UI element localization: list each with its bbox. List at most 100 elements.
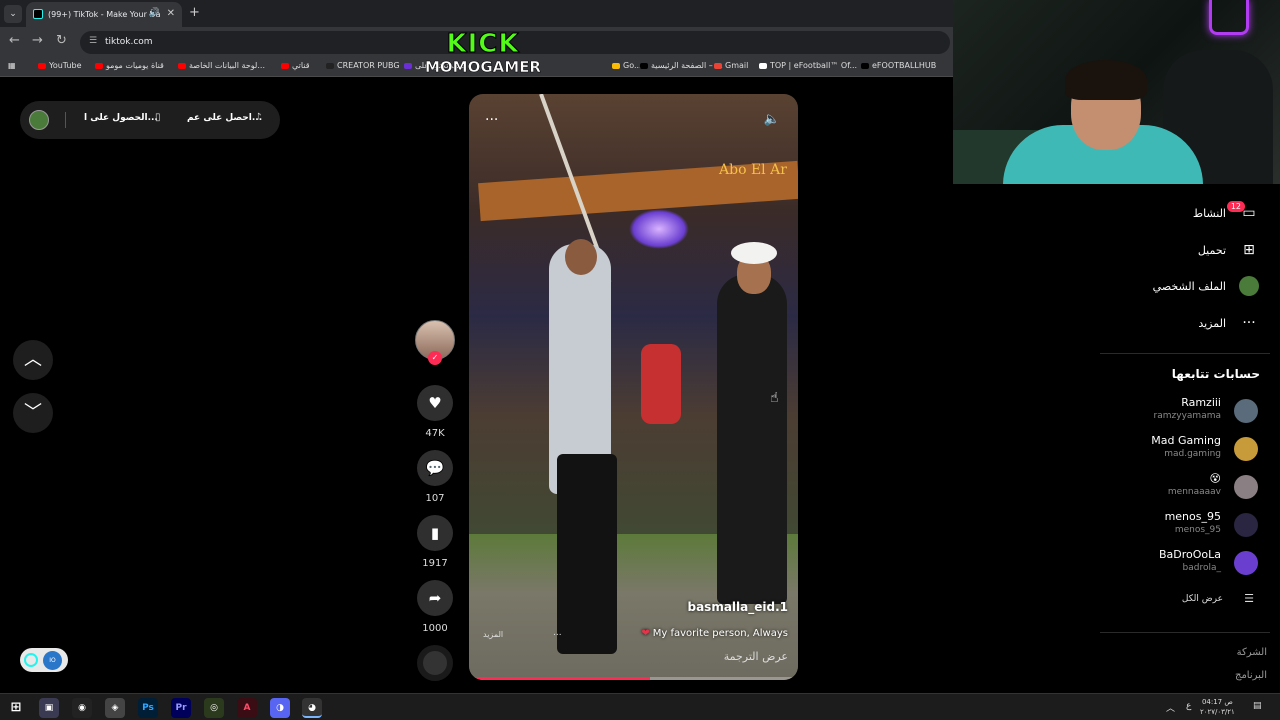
bookmark-favicon-icon [861, 62, 869, 69]
bookmark-favicon-icon [404, 62, 412, 69]
premiere-icon[interactable]: Pr [171, 698, 191, 718]
tab-search-button[interactable]: ⌄ [4, 5, 22, 23]
bookmark-item[interactable]: قناة يوميات مومو [95, 61, 164, 70]
tab-audio-icon[interactable]: 🔊 [149, 8, 160, 18]
footer-program[interactable]: البرنامج [1235, 670, 1267, 681]
music-disc-icon[interactable] [417, 645, 453, 681]
extension-toggle[interactable]: IO [20, 648, 68, 672]
caption-text: My favorite person, Always [652, 628, 788, 639]
see-translation-button[interactable]: عرض الترجمة [724, 650, 788, 663]
app-icon-3[interactable]: ◈ [105, 698, 125, 718]
windows-start-icon[interactable]: ⊞ [6, 698, 26, 718]
previous-video-button[interactable]: ︿ [13, 340, 53, 380]
video-options-icon[interactable]: ··· [485, 112, 498, 128]
discord-icon[interactable]: ◑ [270, 698, 290, 718]
comment-count: 107 [425, 493, 445, 504]
bookmark-item[interactable]: eFOOTBALLHUB [861, 61, 936, 70]
phone-icon: ▯ [155, 112, 161, 123]
language-indicator[interactable]: ع [1186, 701, 1191, 711]
back-icon[interactable]: ← [9, 33, 20, 48]
clock-date: ٢٠٢٧/٠٣/٢١ [1200, 708, 1235, 716]
bookmark-item[interactable]: لوحة البيانات الخاصة... [178, 61, 265, 70]
following-avatar [1234, 513, 1258, 537]
tab-tiktok[interactable]: (99+) TikTok - Make Your Da 🔊 ✕ [26, 2, 182, 27]
reload-icon[interactable]: ↻ [56, 33, 67, 48]
footer-company[interactable]: الشركة [1237, 647, 1267, 658]
new-tab-button[interactable]: + [189, 5, 200, 20]
sidebar-item-activity[interactable]: النشاط ▭ 12 [1100, 201, 1270, 226]
notification-icon[interactable]: ▤ [1253, 701, 1262, 711]
app-icon-6[interactable]: ◎ [204, 698, 224, 718]
tab-title: (99+) TikTok - Make Your Da [48, 10, 161, 19]
comment-button[interactable]: 💬 [417, 450, 453, 486]
sidebar-item-more[interactable]: المزيد ··· [1100, 312, 1270, 336]
following-item[interactable]: Ramziii ramzyyamama [1110, 396, 1260, 432]
bookmark-item[interactable]: الصفحة الرئيسية – ... [640, 61, 723, 70]
video-username[interactable]: basmalla_eid.1 [687, 600, 788, 614]
following-avatar [1234, 437, 1258, 461]
bookmark-item[interactable]: TOP | eFootball™ Of... [759, 61, 857, 70]
overlay-brand: KICK [446, 29, 520, 59]
forward-icon[interactable]: → [32, 33, 43, 48]
app-icon-1[interactable]: ▣ [39, 698, 59, 718]
following-item[interactable]: menos_95 menos_95 [1110, 510, 1260, 546]
next-video-button[interactable]: ﹀ [13, 393, 53, 433]
sidebar-item-upload[interactable]: تحميل ⊞ [1100, 239, 1270, 263]
bookmark-item[interactable]: قناتي [281, 61, 310, 70]
tiktok-favicon-icon [33, 9, 43, 19]
following-handle: ramzyyamama [1153, 411, 1221, 421]
bookmark-item[interactable]: YouTube [38, 61, 82, 70]
bookmark-item[interactable]: Go... [612, 61, 642, 70]
clock-time: 04:17 ص [1201, 698, 1233, 706]
caption-more-button[interactable]: المزيد [483, 630, 503, 639]
app-icon-7[interactable]: A [237, 698, 257, 718]
save-button[interactable]: ▮ [417, 515, 453, 551]
bookmark-label: CREATOR PUBG [337, 61, 400, 70]
apps-icon[interactable]: ▦ [8, 61, 16, 70]
tiktok-icon: ♪ [255, 112, 262, 123]
share-button[interactable]: ➦ [417, 580, 453, 616]
like-count: 47K [425, 428, 445, 439]
video-bg-person [641, 344, 681, 424]
bookmark-favicon-icon [95, 62, 103, 69]
bookmark-favicon-icon [178, 62, 186, 69]
volume-icon[interactable]: 🔈 [764, 112, 780, 127]
video-progress-bar[interactable] [469, 677, 798, 680]
video-player[interactable]: Abo El Ar ··· 🔈 basmalla_eid.1 ❤ My favor… [469, 94, 798, 680]
sidebar-item-profile[interactable]: الملف الشخصي [1100, 275, 1270, 299]
webcam-person-hair [1065, 60, 1147, 100]
bookmark-favicon-icon [759, 62, 767, 69]
save-count: 1917 [422, 558, 448, 569]
obs-icon[interactable]: ◉ [72, 698, 92, 718]
bookmark-item[interactable]: Gmail [714, 61, 748, 70]
comment-icon: 💬 [425, 459, 445, 477]
get-coins-button[interactable]: الحصول على ا... [84, 113, 158, 123]
get-app-button[interactable]: احصل على عم... [187, 113, 262, 123]
video-sign-text: Abo El Ar [719, 162, 787, 178]
chrome-icon[interactable]: ◕ [302, 698, 322, 718]
bookmark-item[interactable]: CREATOR PUBG [326, 61, 400, 70]
bookmark-favicon-icon [714, 62, 722, 69]
video-dancer-1-legs [557, 454, 617, 654]
site-info-icon[interactable]: ☰ [89, 36, 97, 46]
follow-check-icon[interactable]: ✓ [428, 351, 442, 365]
chevron-up-icon: ︿ [24, 349, 42, 370]
following-avatar [1234, 475, 1258, 499]
bookmark-label: TOP | eFootball™ Of... [770, 61, 858, 70]
bookmark-label: Go... [623, 61, 642, 70]
following-item[interactable]: 😵 mennaaaav [1110, 472, 1260, 508]
following-item[interactable]: Mad Gaming mad.gaming [1110, 434, 1260, 470]
photoshop-icon[interactable]: Ps [138, 698, 158, 718]
see-all-button[interactable]: عرض الكل [1182, 594, 1223, 604]
like-button[interactable]: ♥ [417, 385, 453, 421]
profile-icon [1238, 275, 1260, 297]
tab-close-icon[interactable]: ✕ [167, 8, 175, 19]
video-lamp [629, 209, 689, 249]
bookmark-label: Gmail [725, 61, 749, 70]
bookmark-label: eFOOTBALLHUB [872, 61, 937, 70]
system-clock[interactable]: 04:17 ص ٢٠٢٧/٠٣/٢١ [1200, 697, 1235, 717]
following-avatar [1234, 551, 1258, 575]
user-avatar[interactable] [29, 110, 49, 130]
tray-overflow-icon[interactable]: ︿ [1166, 701, 1175, 714]
following-item[interactable]: BaDroOoLa badrola_ [1110, 548, 1260, 584]
